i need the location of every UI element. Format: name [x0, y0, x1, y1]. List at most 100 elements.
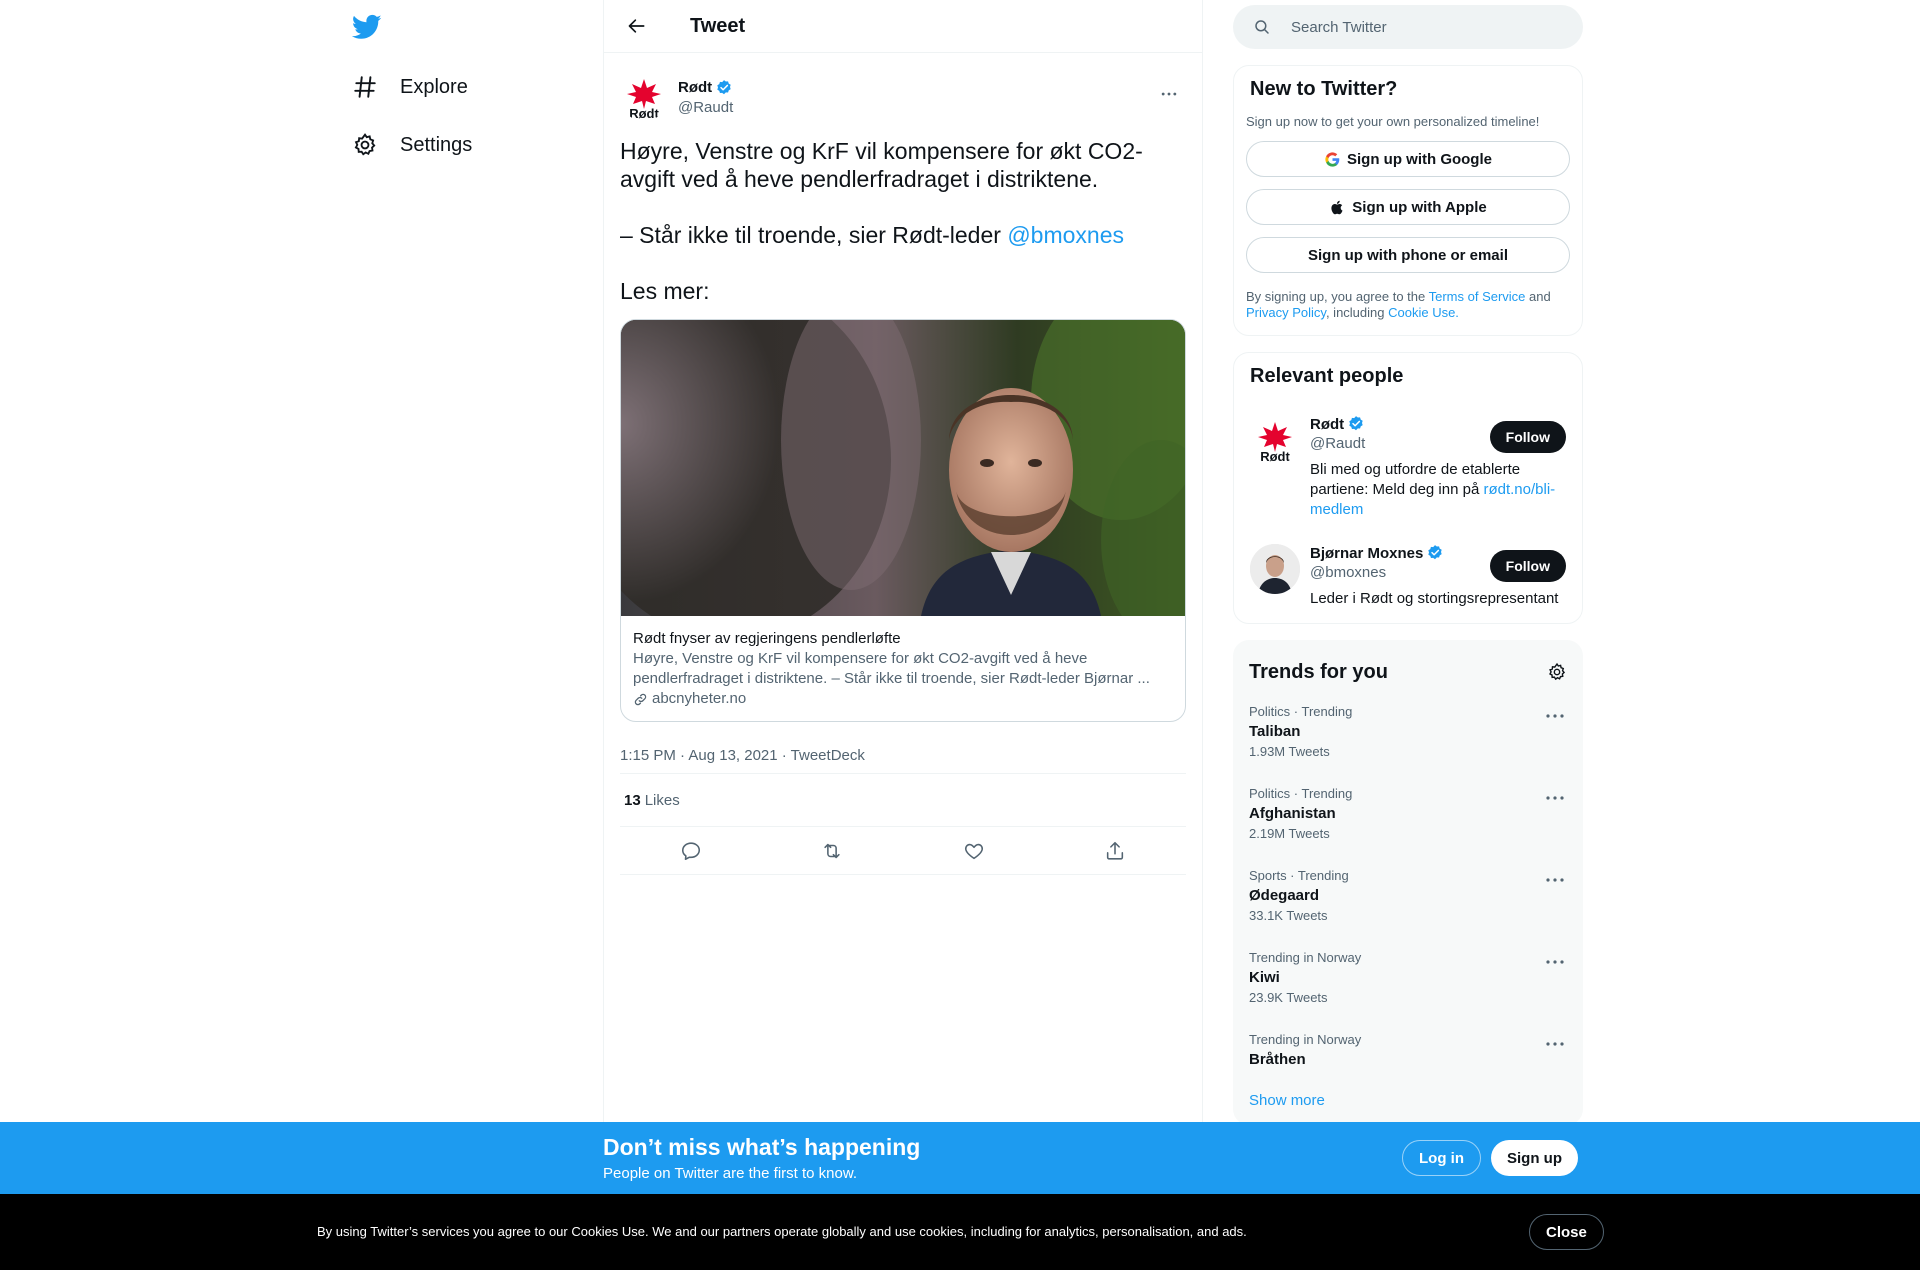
- nav-settings[interactable]: Settings: [352, 123, 472, 167]
- page-title: Tweet: [690, 14, 746, 37]
- retweet-button[interactable]: [813, 832, 851, 870]
- follow-button[interactable]: Follow: [1489, 421, 1566, 453]
- avatar[interactable]: Rødt: [620, 73, 668, 121]
- hashtag-icon: [354, 76, 376, 98]
- nav-settings-label: Settings: [400, 133, 473, 156]
- more-icon[interactable]: [1543, 788, 1567, 808]
- trend-item[interactable]: Trending in Norway Kiwi 23.9K Tweets: [1233, 938, 1583, 1020]
- likes-stat[interactable]: 13 Likes: [620, 774, 1186, 827]
- author-handle[interactable]: @Raudt: [678, 99, 733, 116]
- signup-apple-button[interactable]: Sign up with Apple: [1246, 189, 1570, 225]
- show-more-link[interactable]: Show more: [1233, 1082, 1583, 1125]
- tweet-text-part2: Les mer:: [620, 278, 710, 304]
- card-title: Rødt fnyser av regjeringens pendlerløfte: [633, 630, 901, 647]
- search-placeholder: Search Twitter: [1291, 18, 1387, 36]
- search-input[interactable]: Search Twitter: [1233, 5, 1583, 49]
- tweet-timestamp[interactable]: 1:15 PM · Aug 13, 2021 · TweetDeck: [620, 738, 1186, 774]
- share-button[interactable]: [1096, 832, 1134, 870]
- tweet-actions: [620, 827, 1186, 875]
- person-photo: [1250, 544, 1300, 594]
- twitter-logo-icon[interactable]: [352, 12, 382, 42]
- back-button[interactable]: [620, 9, 654, 43]
- trend-name: Afghanistan: [1249, 805, 1336, 822]
- signup-google-button[interactable]: Sign up with Google: [1246, 141, 1570, 177]
- main-column: Tweet Rødt Rødt @Raudt Høyre, Venstre og…: [603, 0, 1203, 1122]
- person-bio: Leder i Rødt og stortingsrepresentant: [1310, 590, 1559, 607]
- trend-item[interactable]: Politics · Trending Taliban 1.93M Tweets: [1233, 692, 1583, 774]
- right-sidebar: Search Twitter New to Twitter? Sign up n…: [1233, 0, 1583, 1125]
- new-to-twitter-panel: New to Twitter? Sign up now to get your …: [1233, 65, 1583, 336]
- signup-banner: Don’t miss what’s happening People on Tw…: [0, 1122, 1920, 1194]
- signup-phone-button[interactable]: Sign up with phone or email: [1246, 237, 1570, 273]
- terms-text: By signing up, you agree to the Terms of…: [1234, 273, 1582, 335]
- cookie-text: By using Twitter’s services you agree to…: [317, 1224, 1247, 1239]
- gear-icon[interactable]: [1547, 662, 1567, 682]
- person-bio: Bli med og utfordre de etablerte partien…: [1310, 460, 1566, 520]
- reply-button[interactable]: [672, 832, 710, 870]
- likes-count: 13: [624, 791, 641, 809]
- mention-link[interactable]: @bmoxnes: [1007, 222, 1124, 248]
- trend-count: 33.1K Tweets: [1249, 908, 1328, 923]
- trend-item[interactable]: Sports · Trending Ødegaard 33.1K Tweets: [1233, 856, 1583, 938]
- likes-label: Likes: [644, 791, 680, 809]
- share-icon: [1107, 841, 1124, 860]
- signup-button[interactable]: Sign up: [1491, 1140, 1578, 1176]
- nav-explore[interactable]: Explore: [352, 65, 468, 109]
- like-button[interactable]: [955, 832, 993, 870]
- login-button[interactable]: Log in: [1402, 1140, 1481, 1176]
- main-header: Tweet: [604, 0, 1202, 53]
- rodt-logo-icon: Rødt: [627, 79, 661, 121]
- trend-name: Kiwi: [1249, 969, 1280, 986]
- trend-category: Trending in Norway: [1249, 1032, 1362, 1047]
- author-name[interactable]: Rødt: [678, 79, 712, 96]
- terms-text-3: , including: [1325, 305, 1389, 320]
- card-image: [621, 320, 1185, 616]
- terms-text-2: and: [1525, 289, 1551, 304]
- terms-text-1: By signing up, you agree to the: [1246, 289, 1429, 304]
- more-icon[interactable]: [1543, 952, 1567, 972]
- verified-badge-icon: [717, 79, 731, 94]
- follow-button[interactable]: Follow: [1489, 550, 1566, 582]
- trend-item[interactable]: Trending in Norway Bråthen: [1233, 1020, 1583, 1082]
- heart-icon: [964, 843, 983, 859]
- card-description: Høyre, Venstre og KrF vil kompensere for…: [633, 650, 1150, 687]
- new-to-twitter-title: New to Twitter?: [1250, 78, 1398, 100]
- signup-banner-subtitle: People on Twitter are the first to know.: [603, 1165, 858, 1182]
- tweet-text: Høyre, Venstre og KrF vil kompensere for…: [620, 137, 1186, 305]
- relevant-people-title: Relevant people: [1250, 365, 1404, 387]
- trend-count: 2.19M Tweets: [1249, 826, 1330, 841]
- trend-category: Sports · Trending: [1249, 868, 1349, 883]
- trend-name: Taliban: [1249, 723, 1301, 740]
- gear-icon: [354, 133, 376, 156]
- new-to-twitter-subtitle: Sign up now to get your own personalized…: [1246, 114, 1540, 129]
- signup-google-label: Sign up with Google: [1347, 150, 1492, 168]
- trend-name: Bråthen: [1249, 1051, 1306, 1068]
- signup-phone-label: Sign up with phone or email: [1307, 246, 1508, 264]
- avatar[interactable]: Rødt: [1250, 415, 1300, 465]
- verified-badge-icon: [1349, 416, 1363, 431]
- link-card[interactable]: Rødt fnyser av regjeringens pendlerløfte…: [620, 319, 1186, 722]
- nav-explore-label: Explore: [400, 75, 468, 98]
- privacy-policy-link[interactable]: Privacy Policy: [1246, 305, 1326, 320]
- signup-banner-title: Don’t miss what’s happening: [603, 1134, 921, 1160]
- more-icon[interactable]: [1543, 870, 1567, 890]
- terms-of-service-link[interactable]: Terms of Service: [1429, 289, 1526, 304]
- tweet: Rødt Rødt @Raudt Høyre, Venstre og KrF v…: [604, 53, 1202, 875]
- tweet-author: Rødt Rødt @Raudt: [620, 69, 1186, 125]
- person-item[interactable]: Rødt Rødt @Raudt Bli med og utfordre de …: [1234, 403, 1582, 532]
- trend-count: 1.93M Tweets: [1249, 744, 1330, 759]
- person-item[interactable]: Bjørnar Moxnes @bmoxnes Leder i Rødt og …: [1234, 532, 1582, 623]
- more-icon[interactable]: [1543, 1034, 1567, 1054]
- more-icon: [1161, 92, 1177, 96]
- more-options-button[interactable]: [1152, 77, 1186, 111]
- retweet-icon: [824, 843, 840, 858]
- avatar[interactable]: [1250, 544, 1300, 594]
- close-button[interactable]: Close: [1529, 1214, 1604, 1250]
- cookie-use-link[interactable]: Cookie Use.: [1388, 305, 1459, 320]
- search-icon: [1255, 20, 1269, 34]
- svg-text:Rødt: Rødt: [629, 106, 659, 121]
- trend-count: 23.9K Tweets: [1249, 990, 1328, 1005]
- more-icon[interactable]: [1543, 706, 1567, 726]
- person-name: Bjørnar Moxnes: [1310, 544, 1424, 562]
- trend-item[interactable]: Politics · Trending Afghanistan 2.19M Tw…: [1233, 774, 1583, 856]
